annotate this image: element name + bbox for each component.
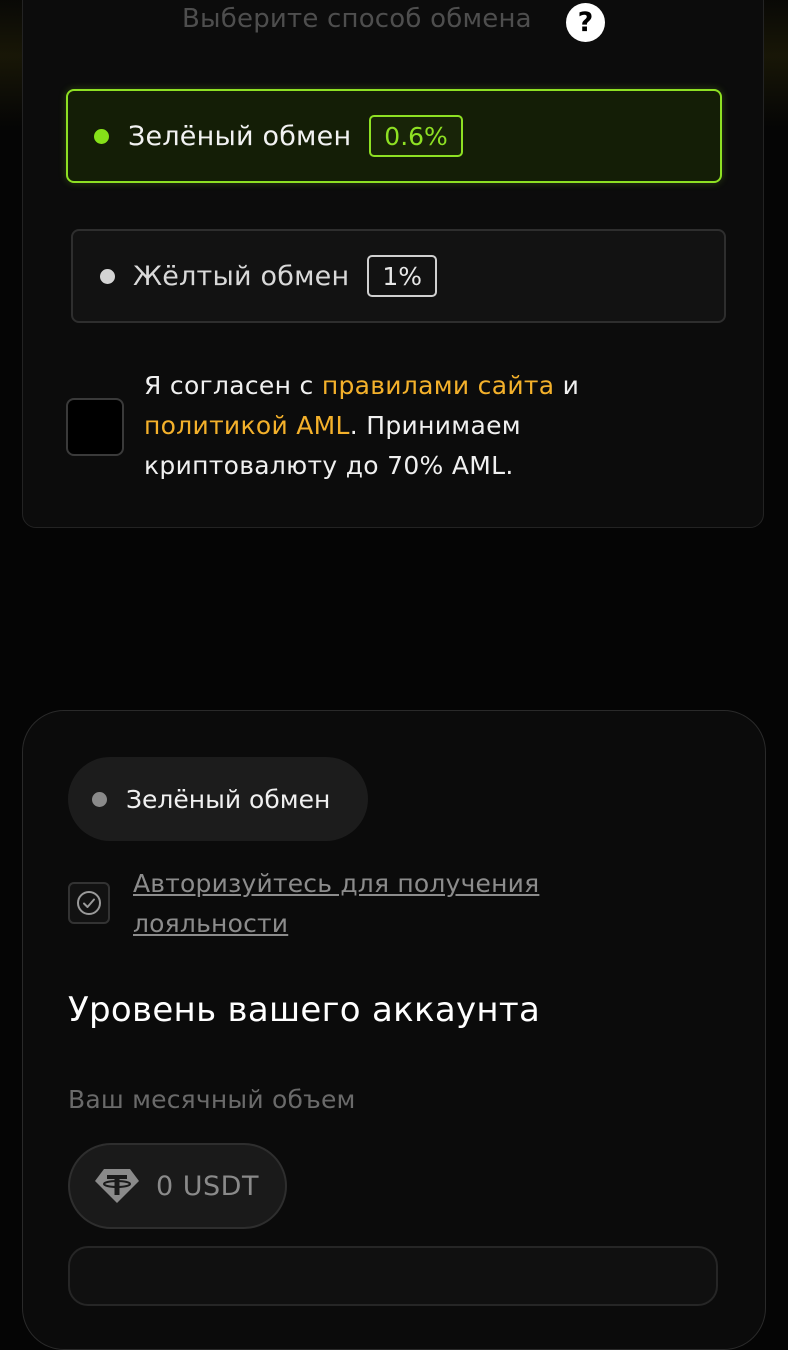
question-circle-icon[interactable]: ? (566, 3, 605, 42)
monthly-volume-pill: 0 USDT (68, 1143, 287, 1229)
agreement-and: и (554, 371, 580, 400)
login-for-loyalty-link[interactable]: Авторизуйтесь для получения лояльности (133, 864, 593, 944)
tether-icon (95, 1169, 139, 1203)
option-label: Зелёный обмен (128, 120, 352, 152)
mode-label: Зелёный обмен (126, 784, 331, 814)
unselected-dot-icon (100, 268, 115, 284)
next-section-edge (68, 1246, 718, 1306)
check-circle-icon (68, 882, 110, 924)
monthly-volume-value: 0 USDT (156, 1170, 259, 1202)
exchange-method-heading: Выберите способ обмена (182, 4, 532, 34)
aml-policy-link[interactable]: политикой AML (144, 411, 350, 440)
monthly-volume-label: Ваш месячный объем (68, 1085, 356, 1114)
fee-badge: 0.6% (369, 115, 463, 157)
mode-dot-icon (92, 791, 107, 807)
option-green-exchange[interactable]: Зелёный обмен 0.6% (66, 89, 722, 183)
site-rules-link[interactable]: правилами сайта (322, 371, 555, 400)
option-yellow-exchange[interactable]: Жёлтый обмен 1% (71, 229, 726, 323)
fee-badge: 1% (367, 255, 438, 297)
account-level-title: Уровень вашего аккаунта (68, 990, 541, 1030)
option-label: Жёлтый обмен (133, 260, 350, 292)
agreement-text: Я согласен с правилами сайта и политикой… (144, 366, 664, 486)
selected-dot-icon (94, 128, 109, 144)
current-exchange-mode-pill: Зелёный обмен (68, 757, 368, 841)
agreement-checkbox[interactable] (66, 398, 124, 456)
agreement-prefix: Я согласен с (144, 371, 322, 400)
